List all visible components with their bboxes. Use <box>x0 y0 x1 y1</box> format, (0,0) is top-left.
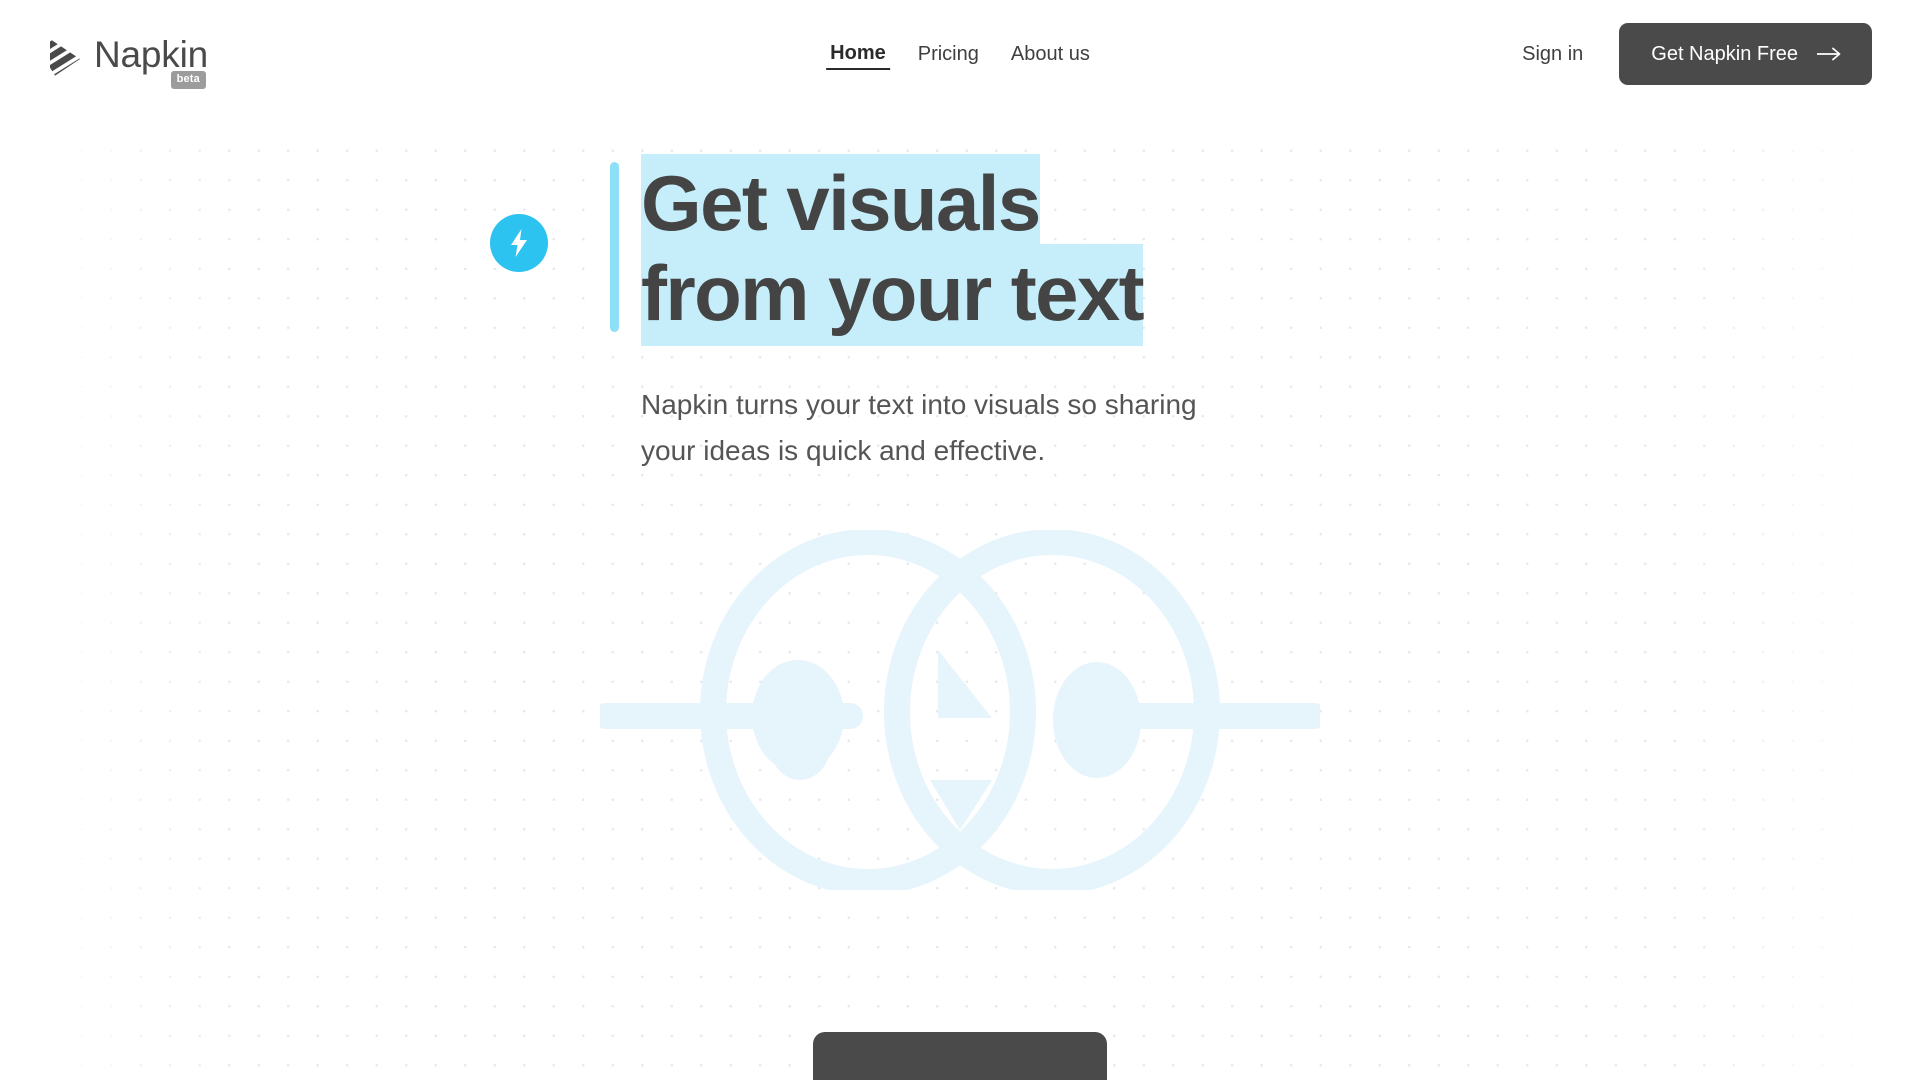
beta-badge: beta <box>170 70 206 89</box>
landing-page: Napkin beta Home Pricing About us Sign i… <box>0 0 1920 1080</box>
headline-row: Get visuals from your text <box>610 154 1310 346</box>
page-title: Get visuals from your text <box>641 154 1145 346</box>
cta-label: Get Napkin Free <box>1651 43 1798 65</box>
site-header: Napkin beta Home Pricing About us Sign i… <box>0 0 1920 108</box>
headline-accent-bar <box>610 162 619 332</box>
nav-item-home[interactable]: Home <box>826 38 890 70</box>
nav-item-pricing[interactable]: Pricing <box>914 39 983 69</box>
headline-line-2: from your text <box>641 244 1145 346</box>
lightning-bolt-icon <box>490 214 548 272</box>
napkin-logo-icon <box>48 38 82 80</box>
nav-item-about-us[interactable]: About us <box>1007 39 1094 69</box>
hero-section: Get visuals from your text Napkin turns … <box>0 108 1920 474</box>
main-navigation: Home Pricing About us <box>826 38 1094 70</box>
brand-logo[interactable]: Napkin beta <box>48 33 208 89</box>
arrow-right-icon <box>1816 47 1842 61</box>
bottom-cta-card[interactable] <box>813 1032 1107 1080</box>
hero-subheadline: Napkin turns your text into visuals so s… <box>641 389 1197 466</box>
header-actions: Sign in Get Napkin Free <box>1522 23 1872 85</box>
hero-watermark-illustration <box>600 530 1320 890</box>
sign-in-link[interactable]: Sign in <box>1522 43 1583 66</box>
get-napkin-free-button[interactable]: Get Napkin Free <box>1619 23 1872 85</box>
brand-name: Napkin <box>94 33 208 75</box>
hero-content: Get visuals from your text Napkin turns … <box>490 154 1310 474</box>
headline-line-1: Get visuals <box>641 154 1041 256</box>
